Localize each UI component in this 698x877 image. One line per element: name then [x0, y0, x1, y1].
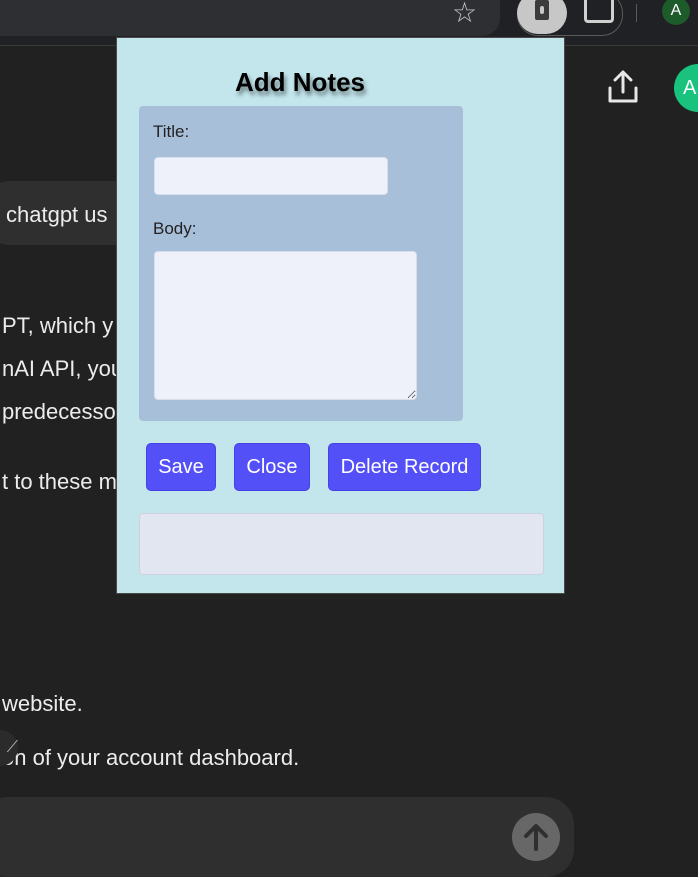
user-avatar[interactable]: A — [674, 64, 698, 112]
add-notes-popup: Add Notes Title: Body: Save Close Delete… — [116, 37, 565, 594]
assistant-text-line: website. — [2, 691, 83, 716]
extension-icon — [535, 0, 549, 20]
toolbar-divider — [636, 4, 637, 22]
assistant-text-line: t to these m — [2, 469, 117, 494]
notes-extension-button[interactable] — [517, 0, 567, 34]
popup-title: Add Notes — [235, 67, 365, 97]
assistant-text-line: predecesso — [2, 399, 116, 424]
delete-record-button[interactable]: Delete Record — [328, 443, 481, 491]
arrow-up-icon — [524, 824, 548, 851]
close-button[interactable]: Close — [234, 443, 310, 491]
user-message-text: chatgpt us — [6, 202, 108, 227]
address-bar[interactable] — [0, 0, 500, 36]
assistant-text-line: on of your account dashboard. — [2, 745, 300, 770]
title-input[interactable] — [154, 157, 388, 195]
edit-icon[interactable]: ⟋ — [0, 730, 18, 766]
assistant-text-line: PT, which y — [2, 313, 114, 338]
bookmark-star-icon[interactable]: ☆ — [452, 0, 477, 30]
assistant-text-line: nAI API, you — [2, 356, 124, 381]
save-button[interactable]: Save — [146, 443, 216, 491]
body-label: Body: — [153, 219, 197, 238]
message-composer[interactable] — [0, 797, 574, 877]
status-output — [139, 513, 544, 575]
share-icon[interactable] — [606, 70, 640, 106]
title-label: Title: — [153, 122, 190, 141]
puzzle-icon[interactable] — [584, 0, 614, 23]
send-button[interactable] — [512, 813, 560, 861]
profile-avatar[interactable]: A — [662, 0, 690, 25]
note-form: Title: Body: — [139, 106, 463, 421]
body-textarea[interactable] — [154, 251, 417, 400]
